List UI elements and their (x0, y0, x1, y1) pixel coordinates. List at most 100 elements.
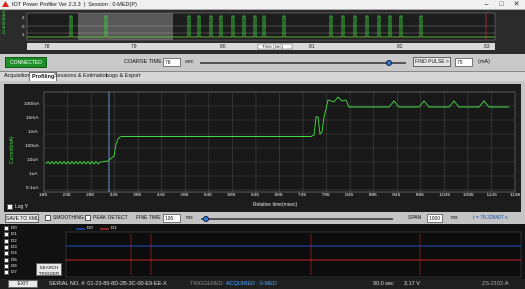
channel-checkbox[interactable] (4, 232, 9, 238)
channel-label: D3 (11, 243, 17, 249)
x-tick: 1045 (439, 193, 451, 198)
x-tick: 1145 (486, 193, 497, 198)
main-x-axis-label: Relative time(msec) (253, 202, 298, 208)
x-tick: 595 (227, 193, 236, 198)
y-tick: 100mA (24, 102, 40, 107)
channel-checkbox[interactable] (4, 263, 9, 269)
x-tick: 945 (392, 193, 401, 198)
y-tick: 1uA (29, 172, 38, 177)
overview-x-tick: 78 (44, 43, 50, 50)
log-y-label: Log Y (15, 204, 28, 210)
coarse-time-unit: sec (185, 59, 194, 65)
fine-time-unit: ms (186, 215, 193, 221)
pulse-threshold-unit: (mA) (478, 59, 490, 65)
span-unit: ms (451, 215, 458, 221)
overview-x-tick: 80 (220, 43, 226, 50)
coarse-time-input[interactable]: 78 (163, 58, 181, 67)
fine-time-slider-thumb[interactable] (203, 215, 209, 222)
legend-d1-label: D1 (111, 225, 117, 230)
maximize-button[interactable]: □ (494, 0, 509, 10)
x-tick-row: 195 245 295 345 395 445 495 545 595 645 695 745 795 8… (4, 193, 521, 202)
x-tick: 545 (203, 193, 212, 198)
x-tick: 995 (415, 193, 424, 198)
fine-time-input[interactable]: 195 (163, 214, 181, 223)
x-tick: 795 (321, 193, 330, 198)
channel-checkbox[interactable] (4, 226, 9, 231)
overview-x-tick: 81 (309, 43, 315, 50)
device-id: ZS-2102-A (482, 280, 509, 287)
channel-checkbox[interactable] (4, 251, 9, 257)
x-tick: 395 (133, 193, 142, 198)
y-tick: 10uA (27, 158, 39, 163)
channel-label: D6 (11, 262, 17, 268)
legend-d0-label: D0 (87, 225, 93, 230)
app-logo-icon (2, 1, 9, 7)
x-tick: 1095 (462, 193, 474, 198)
channel-checkbox[interactable] (4, 244, 9, 250)
channel-label: D4 (11, 250, 17, 256)
coarse-time-slider-thumb[interactable] (386, 60, 392, 66)
title-bar: IOT Power Profiler Ver 2.3.3 | Session :… (0, 0, 525, 10)
overview-x-tick: 83 (484, 43, 490, 50)
peak-detect-checkbox[interactable] (85, 215, 91, 221)
overview-channel-label: 0 (22, 24, 25, 29)
coarse-time-label: COARSE TIME (124, 59, 162, 65)
coarse-time-slider[interactable] (200, 62, 406, 64)
minimize-button[interactable]: – (479, 0, 494, 10)
main-tabs: Acquisition Profiling Sessions & Estimat… (0, 72, 525, 81)
smoothing-checkbox[interactable] (45, 215, 51, 221)
x-tick: 745 (298, 193, 307, 198)
peak-detect-label: PEAK DETECT (93, 215, 128, 221)
fine-time-controls: SAVE TO XML SMOOTHING PEAK DETECT FINE T… (0, 212, 525, 224)
save-to-xml-button[interactable]: SAVE TO XML (5, 214, 39, 223)
channel-label: D1 (11, 231, 17, 237)
x-tick: 345 (109, 193, 118, 198)
tab-sessions-estimation[interactable]: Sessions & Estimation (52, 72, 111, 81)
exit-button[interactable]: EXIT (8, 280, 38, 288)
digital-trace-area[interactable] (30, 224, 525, 279)
x-tick: 645 (250, 193, 259, 198)
overview-y-axis-label: Current(mA) (1, 9, 6, 34)
overview-panel: Current(mA) 2 0 1 78 79 80 Time (sec) 81… (0, 9, 525, 54)
y-tick: 1mA (28, 130, 38, 135)
serial-number: SERIAL NO. #: 01-23-89-8D-2B-3C-00-E9-EE… (49, 280, 167, 287)
y-tick: 100uA (25, 144, 39, 149)
y-tick: 0.1uA (26, 186, 39, 191)
supply-voltage: 3.17 V (404, 280, 420, 287)
close-button[interactable]: ✕ (509, 0, 524, 10)
fine-time-slider[interactable] (201, 218, 393, 220)
x-tick: 695 (274, 193, 283, 198)
connected-button[interactable]: CONNECTED (5, 57, 47, 68)
main-plot[interactable]: Current(mA) 100mA 10mA 1mA 100uA 10uA 1u… (4, 84, 521, 212)
overview-channel-label: 2 (22, 15, 25, 20)
channel-label: D5 (11, 256, 17, 262)
tab-logs-export[interactable]: Logs & Export (104, 72, 143, 81)
channel-label: D2 (11, 237, 17, 243)
triggered-status: TRIGGERED (190, 280, 223, 287)
x-tick: 295 (86, 193, 95, 198)
overview-x-axis-label: Time (sec) (262, 44, 284, 49)
channel-checkbox[interactable] (4, 257, 9, 263)
overview-x-tick: 79 (131, 43, 137, 50)
channel-label: D7 (11, 269, 17, 275)
channel-checkbox-list: D0 D1 D2 D3 D4 D5 D6 D7 (4, 225, 24, 278)
window-title: IOT Power Profiler Ver 2.3.3 | Session :… (12, 1, 137, 8)
x-tick: 445 (156, 193, 165, 198)
y-tick: 10mA (26, 116, 39, 121)
x-tick: 245 (62, 193, 71, 198)
channel-label: D0 (11, 225, 17, 230)
smoothing-label: SMOOTHING (53, 215, 84, 221)
overview-selection-window (78, 13, 173, 40)
span-input[interactable]: 1000 (427, 214, 443, 223)
find-pulse-button[interactable]: FIND PULSE > (413, 57, 451, 67)
x-tick: 495 (180, 193, 189, 198)
channel-checkbox[interactable] (4, 238, 9, 244)
channel-checkbox[interactable] (4, 270, 9, 276)
log-y-checkbox[interactable] (7, 204, 13, 210)
x-tick: 1195 (510, 193, 521, 198)
acquisition-controls: CONNECTED COARSE TIME 78 sec FIND PULSE … (0, 54, 525, 72)
span-label: SPAN (408, 215, 422, 221)
acquired-status: ACQUIRED : 0-MED (226, 280, 277, 287)
cursor-time-readout: t = 78.328407 s (473, 215, 508, 221)
pulse-threshold-input[interactable]: 75 (455, 58, 473, 67)
